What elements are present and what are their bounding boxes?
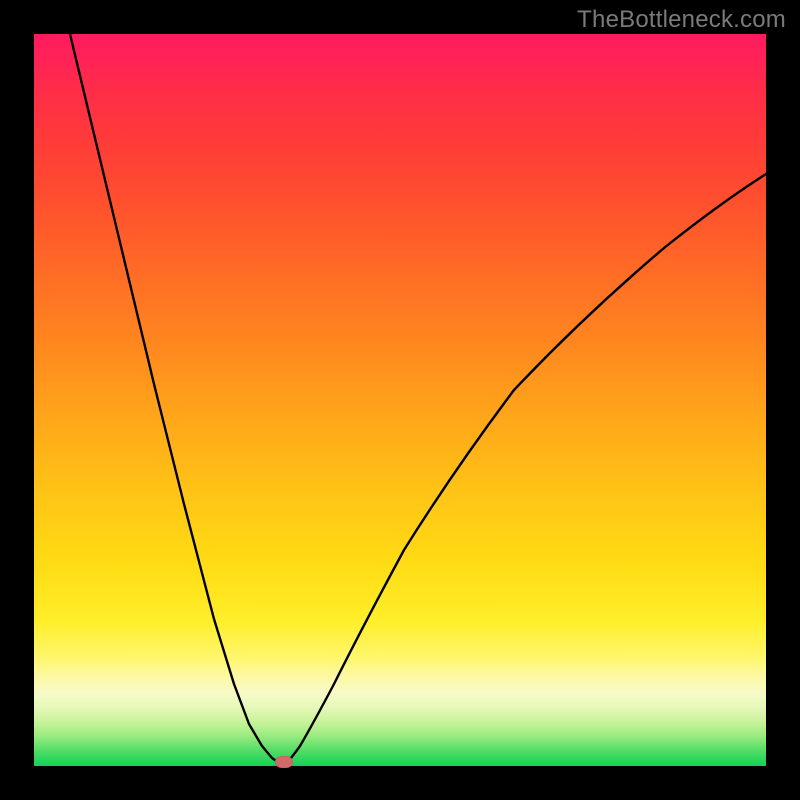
- min-point-marker: [275, 756, 293, 768]
- bottleneck-curve: [34, 34, 766, 766]
- plot-area: [34, 34, 766, 766]
- curve-left-branch: [70, 34, 284, 766]
- chart-frame: TheBottleneck.com: [0, 0, 800, 800]
- curve-right-branch: [284, 174, 766, 766]
- watermark-text: TheBottleneck.com: [577, 6, 786, 34]
